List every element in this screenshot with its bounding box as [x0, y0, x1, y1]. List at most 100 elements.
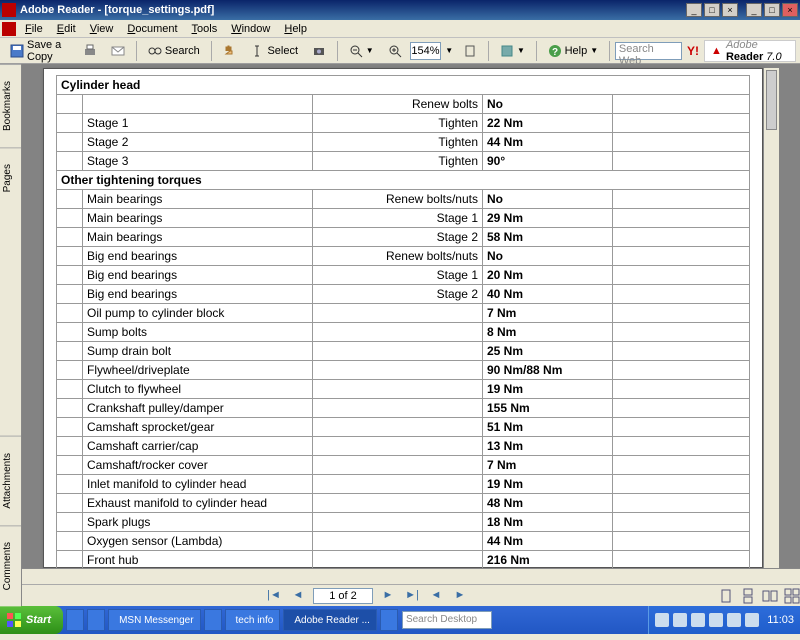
cell-value: 20 Nm: [483, 266, 613, 285]
back-button[interactable]: ◄: [427, 588, 445, 604]
section-header: Cylinder head: [57, 76, 750, 95]
task-item[interactable]: [66, 609, 84, 631]
menu-tools[interactable]: Tools: [185, 22, 225, 36]
menu-edit[interactable]: Edit: [50, 22, 83, 36]
tray-icon[interactable]: [655, 613, 669, 627]
continuous-icon[interactable]: [740, 588, 756, 604]
hand-tool-button[interactable]: [216, 41, 242, 61]
zoom-out-button[interactable]: ▼: [343, 41, 380, 61]
vertical-scrollbar[interactable]: [763, 68, 779, 568]
forward-button[interactable]: ►: [451, 588, 469, 604]
menu-view[interactable]: View: [83, 22, 121, 36]
task-item[interactable]: [87, 609, 105, 631]
tray-icon[interactable]: [673, 613, 687, 627]
adobe-logo-icon: ▲: [711, 45, 722, 57]
cell-action: [313, 513, 483, 532]
help-icon: ?: [548, 44, 562, 58]
table-row: Clutch to flywheel19 Nm: [57, 380, 750, 399]
cell-action: [313, 437, 483, 456]
zoom-dropdown[interactable]: ▼: [443, 46, 455, 55]
next-page-button[interactable]: ►: [379, 588, 397, 604]
cell: [613, 437, 750, 456]
doc-restore-button[interactable]: □: [704, 3, 720, 17]
horizontal-scrollbar[interactable]: [22, 568, 800, 584]
cell: [613, 304, 750, 323]
tab-pages[interactable]: Pages: [0, 147, 21, 208]
cell-action: Tighten: [313, 114, 483, 133]
document-viewport[interactable]: Cylinder head Renew boltsNoStage 1Tighte…: [22, 64, 800, 568]
search-button[interactable]: Search: [142, 41, 206, 61]
cell-action: [313, 456, 483, 475]
save-copy-button[interactable]: Save a Copy: [4, 41, 75, 61]
table-row: Flywheel/driveplate90 Nm/88 Nm: [57, 361, 750, 380]
facing-icon[interactable]: [762, 588, 778, 604]
tray-icon[interactable]: [709, 613, 723, 627]
doc-minimize-button[interactable]: _: [686, 3, 702, 17]
zoom-input[interactable]: 154%: [410, 42, 442, 60]
snapshot-button[interactable]: [306, 41, 332, 61]
cell: [613, 475, 750, 494]
table-row: Camshaft carrier/cap13 Nm: [57, 437, 750, 456]
cell-component: Spark plugs: [83, 513, 313, 532]
menu-file[interactable]: File: [18, 22, 50, 36]
ebook-button[interactable]: ▼: [494, 41, 531, 61]
cell-value: 58 Nm: [483, 228, 613, 247]
toolbar: Save a Copy Search Select ▼ 154% ▼ ▼ ? H…: [0, 38, 800, 64]
help-button[interactable]: ? Help ▼: [542, 41, 605, 61]
table-row: Spark plugs18 Nm: [57, 513, 750, 532]
prev-page-button[interactable]: ◄: [289, 588, 307, 604]
cell: [57, 494, 83, 513]
select-tool-button[interactable]: Select: [244, 41, 304, 61]
start-button[interactable]: Start: [0, 606, 63, 634]
clock[interactable]: 11:03: [767, 614, 794, 626]
single-page-icon[interactable]: [718, 588, 734, 604]
task-item[interactable]: tech info: [225, 609, 281, 631]
last-page-button[interactable]: ►|: [403, 588, 421, 604]
minimize-button[interactable]: _: [746, 3, 762, 17]
tab-attachments[interactable]: Attachments: [0, 436, 21, 525]
scroll-thumb[interactable]: [766, 70, 777, 130]
tray-icon[interactable]: [727, 613, 741, 627]
torque-table: Cylinder head Renew boltsNoStage 1Tighte…: [56, 75, 750, 568]
page-number-input[interactable]: 1 of 2: [313, 588, 373, 604]
doc-close-button[interactable]: ×: [722, 3, 738, 17]
print-button[interactable]: [77, 41, 103, 61]
desktop-search-input[interactable]: Search Desktop: [402, 611, 492, 629]
email-button[interactable]: [105, 41, 131, 61]
cell-value: 40 Nm: [483, 285, 613, 304]
task-item[interactable]: [204, 609, 222, 631]
table-row: Stage 2Tighten44 Nm: [57, 133, 750, 152]
continuous-facing-icon[interactable]: [784, 588, 800, 604]
menu-document[interactable]: Document: [120, 22, 184, 36]
cell-value: 8 Nm: [483, 323, 613, 342]
cell: [613, 513, 750, 532]
save-copy-label: Save a Copy: [27, 39, 69, 63]
maximize-button[interactable]: □: [764, 3, 780, 17]
search-web-input[interactable]: Search Web: [615, 42, 682, 60]
cell-component: Camshaft carrier/cap: [83, 437, 313, 456]
cell-component: Camshaft/rocker cover: [83, 456, 313, 475]
tray-icon[interactable]: [745, 613, 759, 627]
cell: [613, 323, 750, 342]
table-row: Oxygen sensor (Lambda)44 Nm: [57, 532, 750, 551]
cell-action: [313, 323, 483, 342]
task-item[interactable]: [380, 609, 398, 631]
system-tray: 11:03: [648, 606, 800, 634]
yahoo-icon[interactable]: Y!: [684, 44, 702, 58]
tab-bookmarks[interactable]: Bookmarks: [0, 64, 21, 147]
close-button[interactable]: ×: [782, 3, 798, 17]
brand-badge: ▲ Adobe Reader 7.0: [704, 40, 796, 62]
zoom-in-button[interactable]: [382, 41, 408, 61]
menu-window[interactable]: Window: [224, 22, 277, 36]
first-page-button[interactable]: |◄: [265, 588, 283, 604]
table-row: Front hub216 Nm: [57, 551, 750, 569]
tab-comments[interactable]: Comments: [0, 525, 21, 606]
cell: [57, 247, 83, 266]
task-item[interactable]: MSN Messenger: [108, 609, 200, 631]
tray-icon[interactable]: [691, 613, 705, 627]
cell-component: Main bearings: [83, 209, 313, 228]
menu-help[interactable]: Help: [277, 22, 314, 36]
fit-page-button[interactable]: [457, 41, 483, 61]
cell-value: 216 Nm: [483, 551, 613, 569]
task-item-active[interactable]: Adobe Reader ...: [283, 609, 377, 631]
